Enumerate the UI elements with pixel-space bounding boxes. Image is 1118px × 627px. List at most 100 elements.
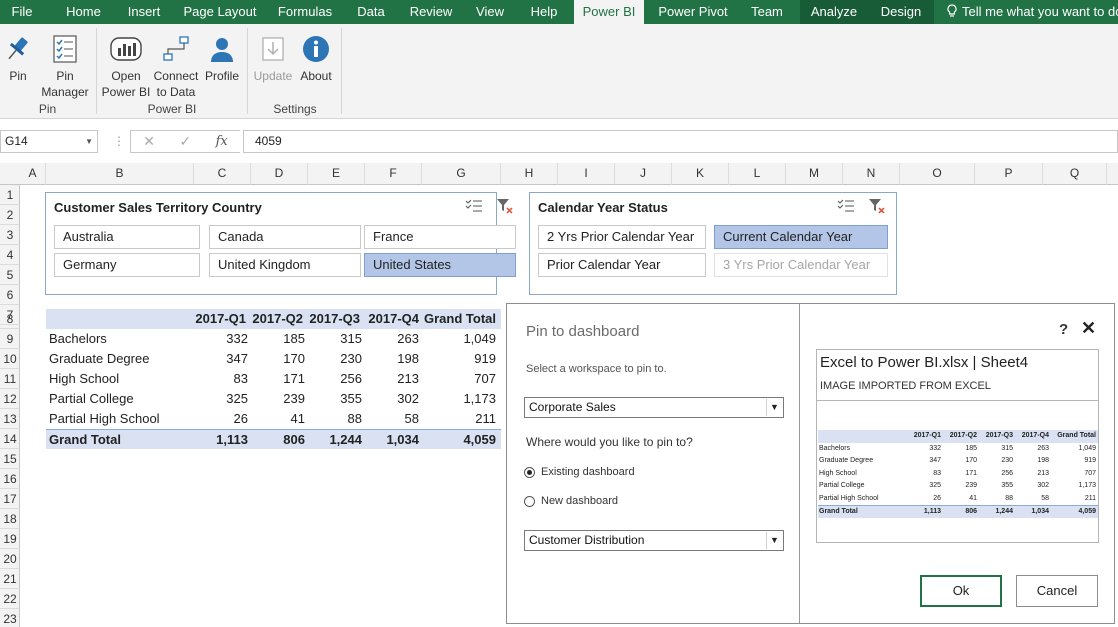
tab-page-layout[interactable]: Page Layout bbox=[178, 0, 262, 24]
cancel-button[interactable]: Cancel bbox=[1016, 575, 1098, 607]
tell-me-search[interactable]: Tell me what you want to do bbox=[946, 0, 1118, 24]
row-header[interactable]: 18 bbox=[0, 509, 20, 529]
workspace-select[interactable]: Corporate Sales ▼ bbox=[524, 397, 784, 418]
pivot-cell[interactable]: 1,113 bbox=[194, 430, 248, 450]
pivot-cell[interactable]: 41 bbox=[251, 409, 305, 429]
slicer-item-united-kingdom[interactable]: United Kingdom bbox=[209, 253, 361, 277]
name-box[interactable]: G14 ▼ bbox=[0, 130, 98, 153]
pivot-cell[interactable]: 347 bbox=[194, 349, 248, 369]
formula-input[interactable]: 4059 bbox=[243, 130, 1118, 153]
row-header[interactable]: 14 bbox=[0, 429, 20, 449]
column-header[interactable]: Q bbox=[1043, 163, 1107, 185]
slicer-item-united-states[interactable]: United States bbox=[364, 253, 516, 277]
about-button[interactable]: About bbox=[296, 30, 336, 84]
dashboard-select[interactable]: Customer Distribution ▼ bbox=[524, 530, 784, 551]
close-icon[interactable]: ✕ bbox=[1081, 318, 1096, 339]
column-header[interactable]: F bbox=[365, 163, 422, 185]
slicer-item-3-yrs-prior[interactable]: 3 Yrs Prior Calendar Year bbox=[714, 253, 888, 277]
column-header[interactable]: I bbox=[558, 163, 615, 185]
row-header[interactable]: 16 bbox=[0, 469, 20, 489]
pivot-cell[interactable]: 239 bbox=[251, 389, 305, 409]
pivot-cell[interactable]: 170 bbox=[251, 349, 305, 369]
pivot-cell[interactable]: 302 bbox=[365, 389, 419, 409]
column-header[interactable]: A bbox=[20, 163, 46, 185]
row-header[interactable]: 4 bbox=[0, 245, 20, 265]
row-header[interactable]: 9 bbox=[0, 329, 20, 349]
profile-button[interactable]: Profile bbox=[203, 30, 241, 84]
pivot-cell[interactable]: 707 bbox=[420, 369, 496, 389]
row-header[interactable]: 17 bbox=[0, 489, 20, 509]
slicer-item-germany[interactable]: Germany bbox=[54, 253, 200, 277]
pivot-cell[interactable]: 256 bbox=[308, 369, 362, 389]
tab-file[interactable]: File bbox=[0, 0, 44, 24]
row-header[interactable]: 19 bbox=[0, 529, 20, 549]
radio-existing-dashboard[interactable]: Existing dashboard bbox=[524, 466, 635, 478]
tab-power-pivot[interactable]: Power Pivot bbox=[652, 0, 734, 24]
pin-button[interactable]: Pin bbox=[2, 30, 34, 84]
tab-review[interactable]: Review bbox=[404, 0, 458, 24]
row-header[interactable]: 8 bbox=[0, 309, 20, 329]
pivot-cell[interactable]: 198 bbox=[365, 349, 419, 369]
slicer-item-current-calendar-year[interactable]: Current Calendar Year bbox=[714, 225, 888, 249]
row-header[interactable]: 3 bbox=[0, 225, 20, 245]
pivot-cell[interactable]: 1,049 bbox=[420, 329, 496, 349]
table-row[interactable]: Bachelors 332 185 315 263 1,049 bbox=[46, 329, 501, 349]
pivot-cell[interactable]: 263 bbox=[365, 329, 419, 349]
row-header[interactable]: 2 bbox=[0, 205, 20, 225]
pivot-column-header[interactable]: 2017-Q4 bbox=[365, 309, 419, 329]
pivot-cell[interactable]: 919 bbox=[420, 349, 496, 369]
pivot-cell[interactable]: 88 bbox=[308, 409, 362, 429]
tab-formulas[interactable]: Formulas bbox=[272, 0, 338, 24]
pivot-cell[interactable]: 185 bbox=[251, 329, 305, 349]
column-header[interactable]: L bbox=[729, 163, 786, 185]
row-header[interactable]: 6 bbox=[0, 285, 20, 305]
column-header[interactable]: M bbox=[786, 163, 843, 185]
column-header[interactable]: B bbox=[46, 163, 194, 185]
pivot-cell[interactable]: 211 bbox=[420, 409, 496, 429]
pivot-cell[interactable]: 58 bbox=[365, 409, 419, 429]
pivot-cell[interactable]: 4,059 bbox=[420, 430, 496, 450]
pivot-cell[interactable]: 83 bbox=[194, 369, 248, 389]
column-header[interactable]: J bbox=[615, 163, 672, 185]
insert-function-icon[interactable]: fx bbox=[216, 134, 228, 149]
pin-manager-button[interactable]: Pin Manager bbox=[40, 30, 90, 100]
chevron-down-icon[interactable]: ▼ bbox=[85, 131, 93, 152]
table-row[interactable]: Partial College 325 239 355 302 1,173 bbox=[46, 389, 501, 409]
slicer-item-canada[interactable]: Canada bbox=[209, 225, 361, 249]
row-header[interactable]: 13 bbox=[0, 409, 20, 429]
column-header[interactable]: O bbox=[900, 163, 975, 185]
radio-selected-icon[interactable] bbox=[524, 466, 535, 478]
pivot-cell[interactable]: 171 bbox=[251, 369, 305, 389]
help-icon[interactable]: ? bbox=[1059, 321, 1068, 338]
chevron-down-icon[interactable]: ▼ bbox=[766, 532, 782, 549]
row-header[interactable]: 21 bbox=[0, 569, 20, 589]
column-header[interactable]: E bbox=[308, 163, 365, 185]
open-power-bi-button[interactable]: Open Power BI bbox=[100, 30, 152, 100]
pivot-column-header[interactable]: Grand Total bbox=[420, 309, 496, 329]
row-header[interactable]: 1 bbox=[0, 185, 20, 205]
pivot-cell[interactable]: 26 bbox=[194, 409, 248, 429]
table-row[interactable]: Partial High School 26 41 88 58 211 bbox=[46, 409, 501, 429]
pivot-cell[interactable]: 332 bbox=[194, 329, 248, 349]
column-header[interactable]: K bbox=[672, 163, 729, 185]
slicer-item-france[interactable]: France bbox=[364, 225, 516, 249]
pivot-cell[interactable]: 230 bbox=[308, 349, 362, 369]
ok-button[interactable]: Ok bbox=[920, 575, 1002, 607]
row-header[interactable]: 10 bbox=[0, 349, 20, 369]
pivot-grand-total-row[interactable]: Grand Total 1,113 806 1,244 1,034 4,059 bbox=[46, 429, 501, 449]
clear-filter-icon[interactable] bbox=[496, 197, 514, 215]
tab-home[interactable]: Home bbox=[56, 0, 111, 24]
pivot-column-header[interactable]: 2017-Q2 bbox=[251, 309, 303, 329]
confirm-entry-icon[interactable]: ✓ bbox=[179, 133, 191, 150]
row-header[interactable]: 11 bbox=[0, 369, 20, 389]
chevron-down-icon[interactable]: ▼ bbox=[766, 399, 782, 416]
pivot-cell[interactable]: 213 bbox=[365, 369, 419, 389]
pivot-cell[interactable]: 355 bbox=[308, 389, 362, 409]
tab-insert[interactable]: Insert bbox=[118, 0, 170, 24]
column-header[interactable]: P bbox=[975, 163, 1043, 185]
column-header[interactable]: D bbox=[251, 163, 308, 185]
tab-data[interactable]: Data bbox=[348, 0, 394, 24]
slicer-item-prior-calendar-year[interactable]: Prior Calendar Year bbox=[538, 253, 706, 277]
tab-design[interactable]: Design bbox=[868, 0, 934, 24]
slicer-item-australia[interactable]: Australia bbox=[54, 225, 200, 249]
